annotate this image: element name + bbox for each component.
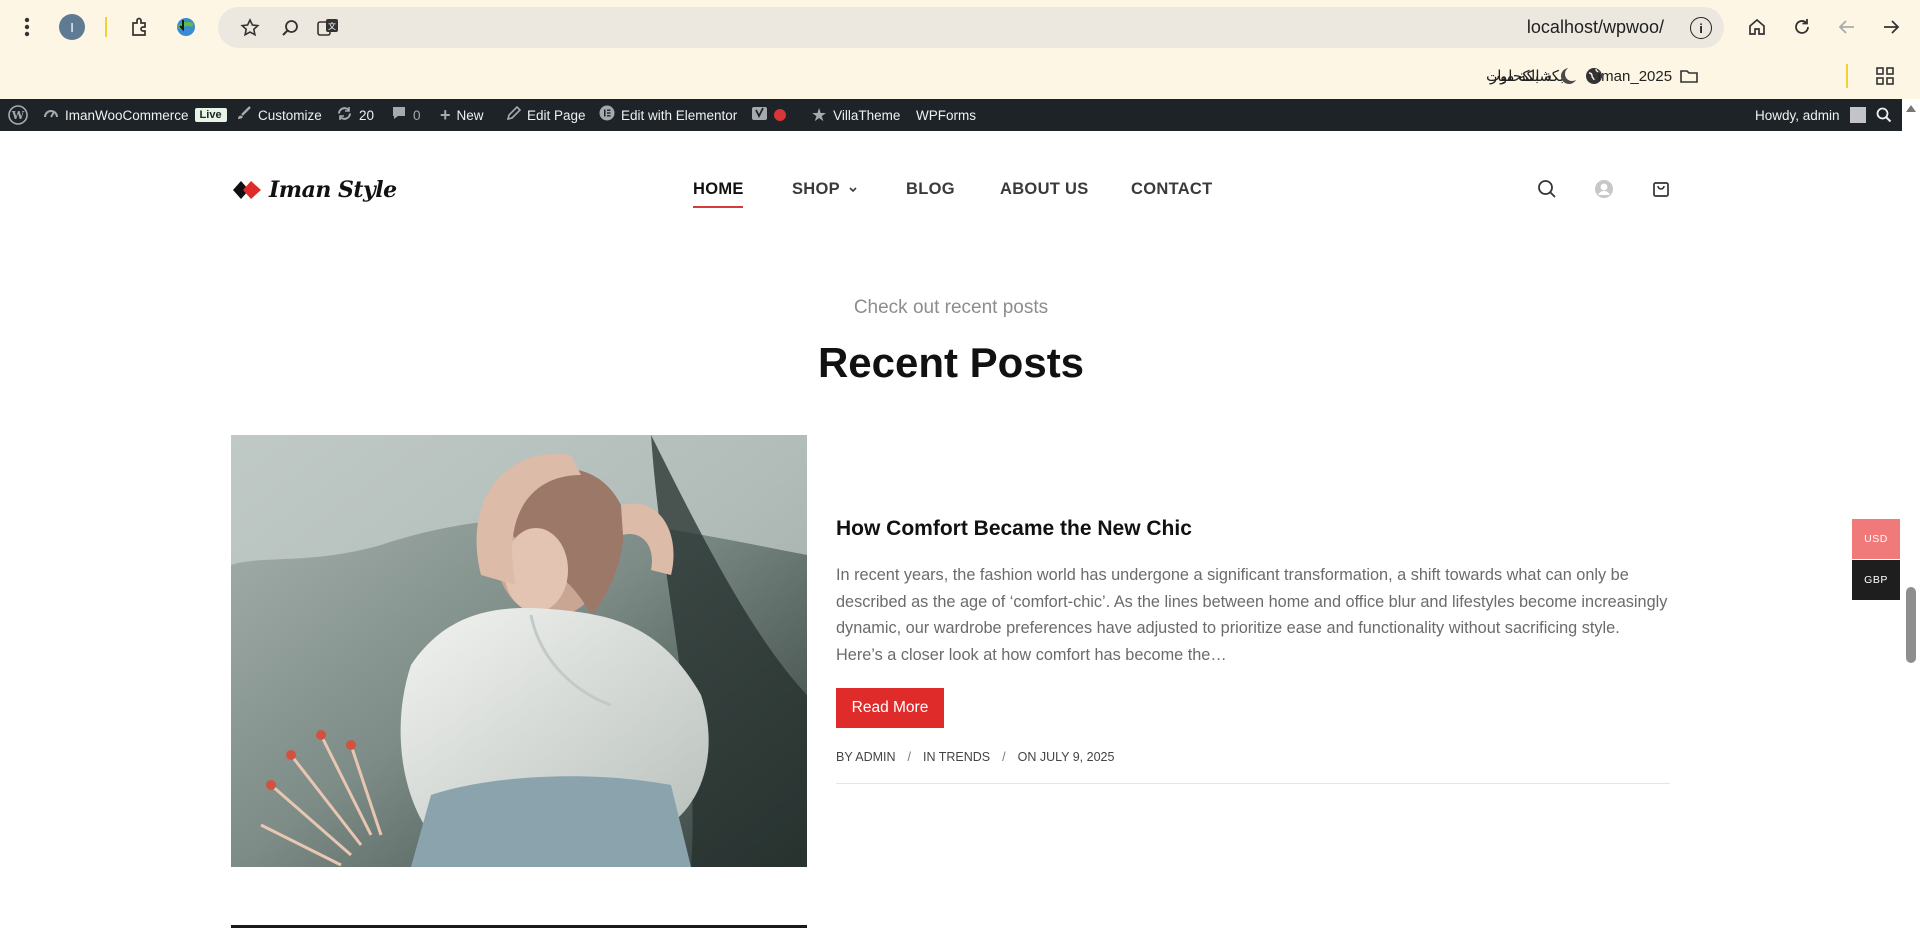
nav-active-underline — [693, 206, 743, 208]
page-scrollbar[interactable] — [1902, 99, 1920, 928]
folder-icon — [1680, 67, 1698, 85]
new-label: New — [456, 107, 484, 123]
yoast-icon — [751, 105, 768, 126]
post-date: ON JULY 9, 2025 — [1017, 750, 1115, 764]
bookmark-mayar-label: شبكة ميار — [1490, 68, 1552, 85]
search-icon[interactable] — [1535, 177, 1559, 201]
site-name-link[interactable]: ImanWooCommerce Live — [43, 99, 227, 131]
post-category[interactable]: IN TRENDS — [923, 750, 990, 764]
post-meta: BY ADMIN / IN TRENDS / ON JULY 9, 2025 — [836, 750, 1114, 764]
plus-icon: + — [440, 104, 451, 125]
edit-page-label: Edit Page — [527, 107, 586, 123]
villatheme-link[interactable]: ★ VillaTheme — [811, 99, 900, 131]
zoom-icon[interactable] — [278, 16, 302, 40]
menu-kebab-icon[interactable] — [11, 11, 43, 43]
svg-text:W: W — [11, 109, 25, 122]
scrollbar-thumb[interactable] — [1906, 587, 1916, 663]
edit-elementor-label: Edit with Elementor — [621, 107, 738, 123]
reload-icon[interactable] — [1786, 11, 1818, 43]
updates-count: 20 — [359, 107, 375, 123]
crescent-icon — [1560, 67, 1578, 85]
profile-initial: I — [59, 14, 85, 40]
comment-icon — [391, 105, 407, 125]
url-text[interactable]: localhost/wpwoo/ — [1527, 17, 1664, 38]
comments-count: 0 — [413, 107, 421, 123]
svg-text:文: 文 — [328, 21, 336, 31]
dashboard-icon — [43, 105, 59, 125]
account-icon[interactable] — [1592, 177, 1616, 201]
edit-page-link[interactable]: Edit Page — [506, 99, 586, 131]
adminbar-search-icon[interactable] — [1876, 99, 1892, 131]
nav-contact[interactable]: CONTACT — [1131, 180, 1213, 199]
read-more-button[interactable]: Read More — [836, 688, 944, 728]
toolbar-divider — [105, 17, 107, 37]
forward-arrow-icon[interactable] — [1875, 11, 1907, 43]
seo-status-dot — [774, 109, 786, 121]
bookmark-label: Iman_2025 — [1597, 67, 1673, 85]
currency-gbp-button[interactable]: GBP — [1852, 560, 1900, 600]
bookmark-iman-2025[interactable]: Iman_2025 — [1597, 64, 1698, 88]
post-author[interactable]: BY ADMIN — [836, 750, 896, 764]
nav-home[interactable]: HOME — [693, 180, 744, 199]
back-arrow-icon[interactable] — [1831, 11, 1863, 43]
yoast-seo-link[interactable] — [751, 99, 786, 131]
star-icon: ★ — [811, 104, 828, 125]
currency-usd-button[interactable]: USD — [1852, 519, 1900, 559]
logo-text: Iman Style — [269, 177, 397, 203]
chevron-down-icon — [848, 180, 858, 199]
wpforms-label: WPForms — [916, 107, 976, 123]
pencil-icon — [506, 105, 522, 125]
nav-blog[interactable]: BLOG — [906, 180, 955, 199]
site-name: ImanWooCommerce — [65, 107, 189, 123]
browser-chrome: I 文 localhost/wpwoo/ i شبكة الكحلوت Iman… — [0, 0, 1920, 99]
bookmark-mayar-screen[interactable]: شبكة ميار — [1490, 64, 1578, 88]
section-subtitle: Check out recent posts — [853, 297, 1049, 318]
customize-label: Customize — [258, 107, 322, 123]
post-divider — [836, 783, 1670, 784]
post-excerpt: In recent years, the fashion world has u… — [836, 566, 1668, 664]
wpforms-link[interactable]: WPForms — [916, 99, 976, 131]
meta-separator: / — [1002, 750, 1006, 764]
my-account-link[interactable]: Howdy, admin — [1755, 99, 1866, 131]
brush-icon — [236, 105, 252, 125]
apps-grid-icon[interactable] — [1876, 64, 1894, 88]
howdy-label: Howdy, admin — [1755, 107, 1840, 123]
address-bar[interactable]: 文 localhost/wpwoo/ i — [218, 7, 1724, 48]
logo-diamond-icon — [233, 181, 261, 199]
home-icon[interactable] — [1741, 11, 1773, 43]
customize-link[interactable]: Customize — [236, 99, 322, 131]
site-info-icon[interactable]: i — [1690, 17, 1712, 39]
admin-avatar — [1849, 107, 1866, 123]
idm-extension-icon[interactable] — [170, 11, 202, 43]
live-badge: Live — [194, 108, 227, 122]
meta-separator: / — [907, 750, 911, 764]
villatheme-label: VillaTheme — [833, 107, 901, 123]
elementor-icon — [599, 105, 615, 125]
wp-admin-bar: W ImanWooCommerce Live Customize 20 0 + … — [0, 99, 1920, 131]
browser-toolbar: I 文 localhost/wpwoo/ i — [0, 0, 1920, 54]
wordpress-logo-icon[interactable]: W — [8, 99, 28, 131]
nav-shop[interactable]: SHOP — [792, 180, 858, 199]
translate-icon[interactable]: 文 — [316, 16, 340, 40]
extensions-icon[interactable] — [124, 11, 156, 43]
site-logo[interactable]: Iman Style — [231, 175, 397, 205]
profile-avatar[interactable]: I — [56, 11, 88, 43]
edit-elementor-link[interactable]: Edit with Elementor — [599, 99, 737, 131]
nav-about[interactable]: ABOUT US — [1000, 180, 1089, 199]
comments-link[interactable]: 0 — [391, 99, 421, 131]
scroll-up-arrow-icon[interactable] — [1906, 105, 1916, 112]
cart-icon[interactable] — [1649, 177, 1673, 201]
bookmarks-bar: شبكة الكحلوت Iman_2025 — [0, 54, 1920, 99]
post-featured-image[interactable] — [231, 435, 807, 867]
nav-shop-label: SHOP — [792, 180, 840, 198]
bookmarks-divider — [1846, 64, 1848, 88]
site-header: Iman Style HOME SHOP BLOG ABOUT US CONTA… — [0, 131, 1902, 251]
updates-icon — [336, 105, 353, 126]
bookmark-star-icon[interactable] — [238, 16, 262, 40]
new-content-link[interactable]: + New — [440, 99, 484, 131]
post-title[interactable]: How Comfort Became the New Chic — [836, 517, 1192, 541]
section-title: Recent Posts — [817, 339, 1085, 386]
updates-link[interactable]: 20 — [336, 99, 374, 131]
